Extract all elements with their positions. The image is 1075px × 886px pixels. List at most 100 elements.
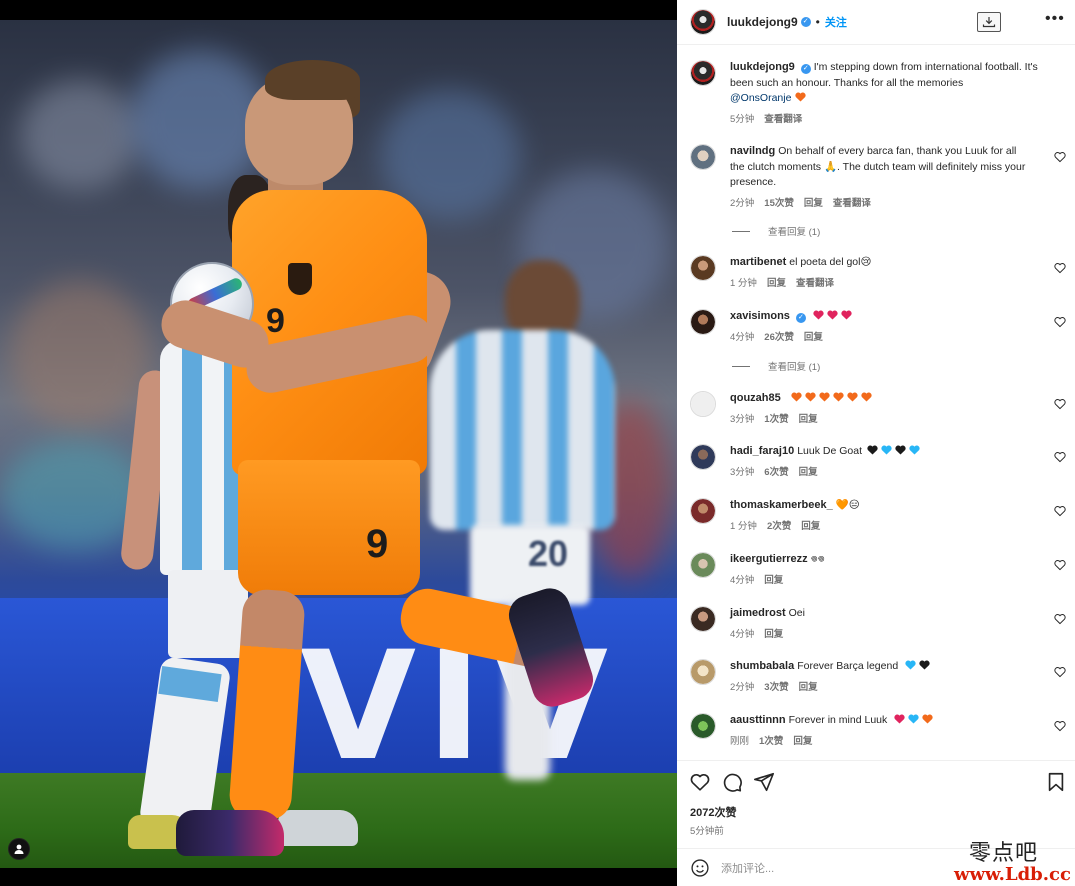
caption-translate[interactable]: 查看翻译: [764, 112, 802, 128]
commenter-avatar[interactable]: [690, 255, 716, 281]
caption-mention[interactable]: @OnsOranje: [730, 92, 791, 104]
separator-dot: •: [815, 15, 820, 29]
comment-text: Forever Barça legend: [797, 660, 899, 672]
emoji-icon[interactable]: [690, 858, 710, 878]
commenter-avatar[interactable]: [690, 391, 716, 417]
like-comment-heart-icon[interactable]: [1054, 398, 1066, 410]
caption-username[interactable]: luukdejong9: [730, 61, 795, 73]
commenter-avatar[interactable]: [690, 498, 716, 524]
reply-button[interactable]: 回复: [799, 680, 818, 696]
orange-heart-icon: [922, 714, 933, 724]
bg-player-shirt: [430, 330, 615, 530]
player-hair: [265, 60, 360, 100]
comment-emoji-hearts: [812, 310, 852, 320]
black-heart-icon: [919, 660, 930, 670]
comment-time: 3分钟: [730, 413, 755, 425]
translate-button[interactable]: 查看翻译: [796, 276, 834, 292]
comment-username[interactable]: thomaskamerbeek_: [730, 499, 833, 511]
comment-likes[interactable]: 26次赞: [764, 330, 794, 346]
orange-heart-icon: [819, 392, 830, 402]
comment-input[interactable]: 添加评论...: [721, 860, 774, 876]
comment-likes[interactable]: 1次赞: [759, 734, 783, 750]
orange-heart-icon: [791, 392, 802, 402]
commenter-avatar[interactable]: [690, 309, 716, 335]
heart-icon[interactable]: [689, 771, 711, 793]
post-actions: 2072次赞 5分钟前: [677, 760, 1075, 845]
comment-text: 𖦹𖦹: [810, 553, 825, 565]
likes-count[interactable]: 2072次赞: [690, 804, 736, 820]
like-comment-heart-icon[interactable]: [1054, 559, 1066, 571]
download-icon[interactable]: [977, 12, 1001, 32]
orange-heart-icon: [805, 392, 816, 402]
commenter-avatar[interactable]: [690, 606, 716, 632]
send-icon[interactable]: [753, 771, 775, 793]
reply-button[interactable]: 回复: [764, 627, 783, 643]
comment-username[interactable]: aausttinnn: [730, 714, 786, 726]
like-comment-heart-icon[interactable]: [1054, 613, 1066, 625]
commenter-avatar[interactable]: [690, 144, 716, 170]
comment-username[interactable]: martibenet: [730, 256, 786, 268]
red-heart-icon: [841, 310, 852, 320]
commenter-avatar[interactable]: [690, 444, 716, 470]
orange-heart-icon: [861, 392, 872, 402]
blue-heart-icon: [905, 660, 916, 670]
translate-button[interactable]: 查看翻译: [833, 196, 871, 212]
author-username[interactable]: luukdejong9: [727, 15, 798, 29]
comment-username[interactable]: navilndg: [730, 145, 775, 157]
commenter-avatar[interactable]: [690, 659, 716, 685]
comment-emoji-hearts: [893, 714, 933, 724]
commenter-avatar[interactable]: [690, 713, 716, 739]
comment-likes[interactable]: 2次赞: [767, 519, 791, 535]
reply-button[interactable]: 回复: [764, 573, 783, 589]
reply-button[interactable]: 回复: [767, 276, 786, 292]
like-comment-heart-icon[interactable]: [1054, 505, 1066, 517]
like-comment-heart-icon[interactable]: [1054, 316, 1066, 328]
tagged-user-icon[interactable]: [8, 838, 30, 860]
author-avatar[interactable]: [690, 9, 716, 35]
shirt-number: 9: [266, 302, 285, 340]
comment-username[interactable]: qouzah85: [730, 392, 781, 404]
reply-button[interactable]: 回复: [799, 412, 818, 428]
comment-icon[interactable]: [721, 771, 743, 793]
reply-button[interactable]: 回复: [801, 519, 820, 535]
comment-username[interactable]: jaimedrost: [730, 607, 786, 619]
comment-time: 1 分钟: [730, 277, 757, 289]
blue-heart-icon: [909, 445, 920, 455]
commenter-avatar[interactable]: [690, 552, 716, 578]
like-comment-heart-icon[interactable]: [1054, 666, 1066, 678]
orange-heart-icon: [847, 392, 858, 402]
comment-likes[interactable]: 6次赞: [764, 465, 788, 481]
crowd-blur: [10, 280, 150, 430]
bookmark-icon[interactable]: [1045, 771, 1067, 793]
comment-text: Forever in mind Luuk: [788, 714, 888, 726]
reply-button[interactable]: 回复: [793, 734, 812, 750]
author-avatar[interactable]: [690, 60, 716, 86]
post-media: VIV 20 9 9: [0, 0, 677, 886]
like-comment-heart-icon[interactable]: [1054, 151, 1066, 163]
comment-username[interactable]: shumbabala: [730, 660, 794, 672]
like-comment-heart-icon[interactable]: [1054, 451, 1066, 463]
comment-emoji-hearts: [790, 392, 872, 402]
reply-button[interactable]: 回复: [804, 196, 823, 212]
comment-time: 4分钟: [730, 574, 755, 586]
view-replies-button[interactable]: 查看回复 (1): [732, 359, 820, 373]
comment-time: 4分钟: [730, 331, 755, 343]
comment-likes[interactable]: 3次赞: [764, 680, 788, 696]
bg-player-number: 20: [528, 533, 569, 574]
verified-badge-icon: ✓: [800, 64, 811, 74]
comment-username[interactable]: xavisimons: [730, 310, 790, 322]
comment-username[interactable]: ikeergutierrezz: [730, 553, 808, 565]
follow-button[interactable]: 关注: [825, 14, 847, 30]
like-comment-heart-icon[interactable]: [1054, 720, 1066, 732]
black-heart-icon: [867, 445, 878, 455]
comment-likes[interactable]: 1次赞: [764, 412, 788, 428]
arg-player-shoe: [278, 810, 358, 846]
more-options-icon[interactable]: •••: [1045, 10, 1065, 28]
red-heart-icon: [894, 714, 905, 724]
reply-button[interactable]: 回复: [799, 465, 818, 481]
comment-username[interactable]: hadi_faraj10: [730, 445, 794, 457]
like-comment-heart-icon[interactable]: [1054, 262, 1066, 274]
view-replies-button[interactable]: 查看回复 (1): [732, 224, 820, 238]
comment-likes[interactable]: 15次赞: [764, 196, 794, 212]
reply-button[interactable]: 回复: [804, 330, 823, 346]
